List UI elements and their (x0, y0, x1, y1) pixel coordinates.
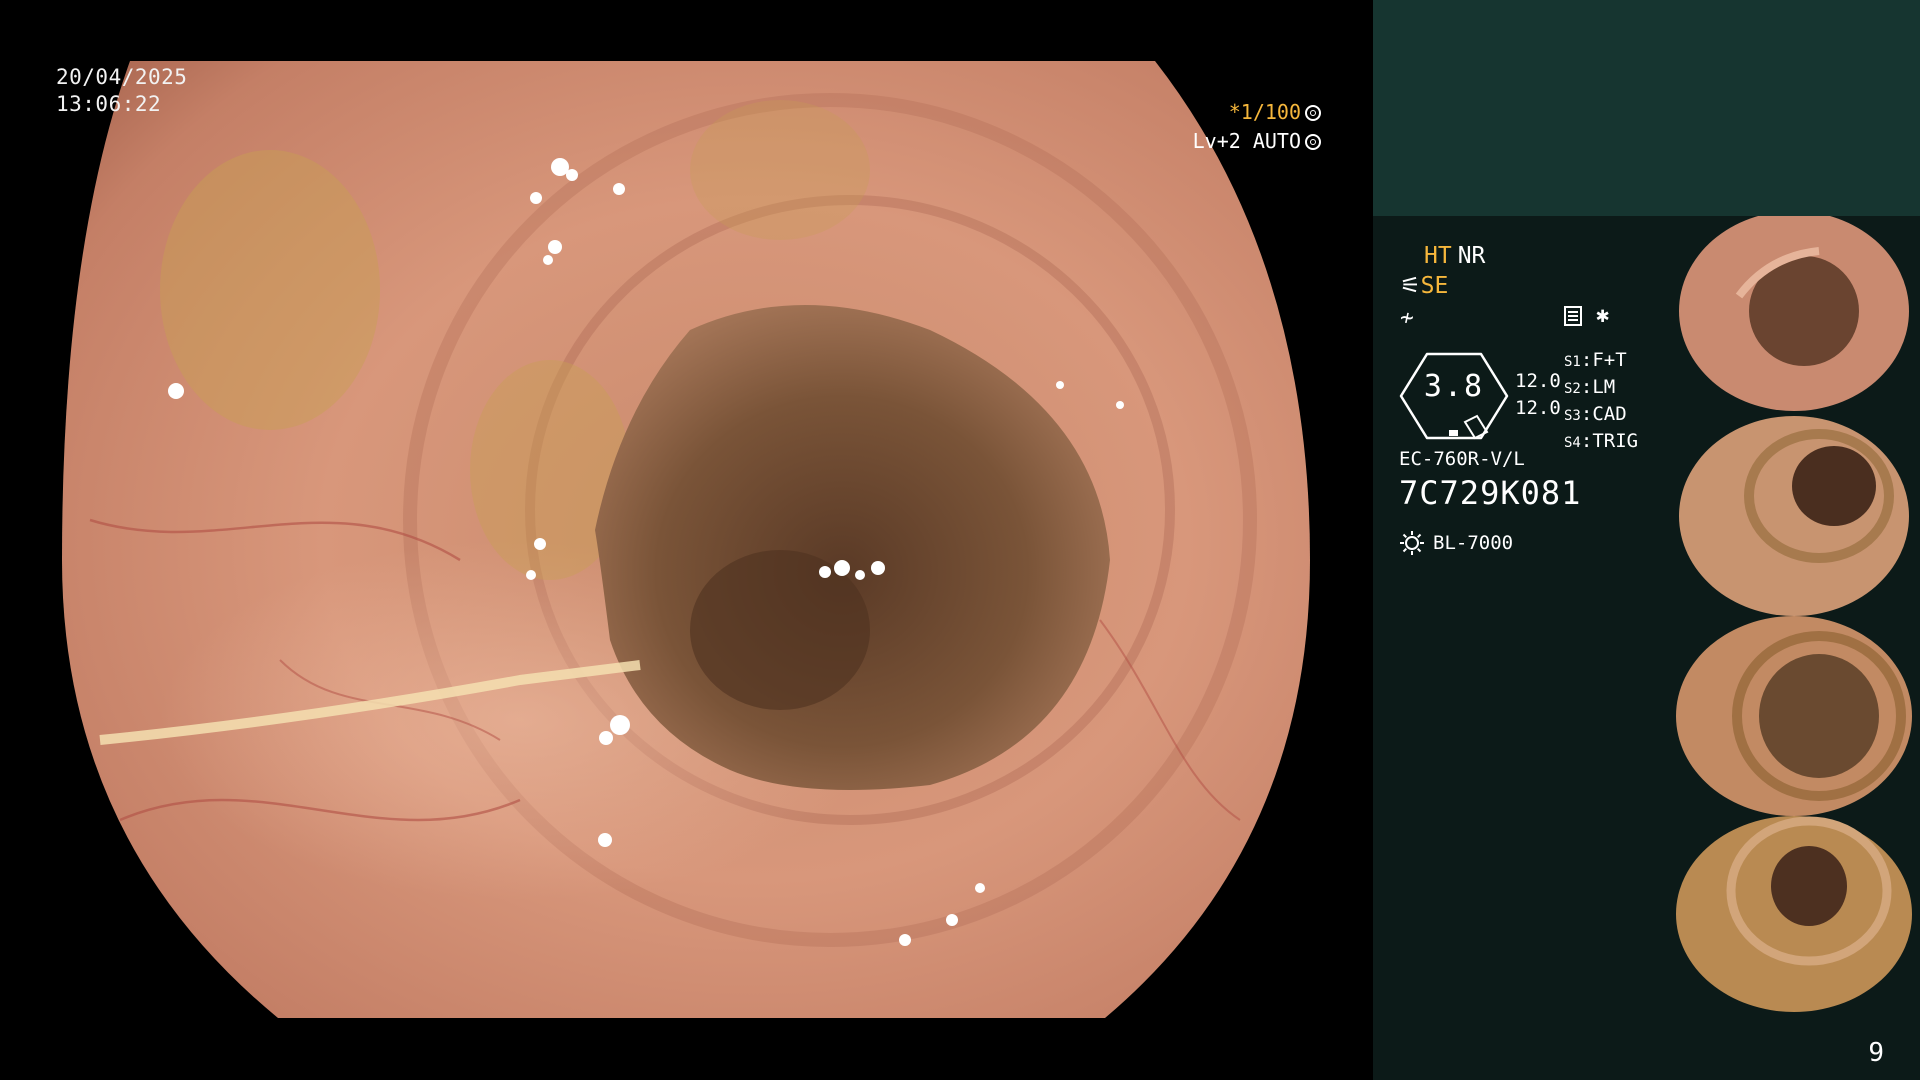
captured-thumbnail[interactable] (1669, 416, 1920, 616)
shutter-text: *1/100 (1228, 100, 1301, 124)
shutter-icon (1305, 104, 1321, 121)
gauge-value: 3.8 (1423, 369, 1485, 404)
gauge-values: 12.0 12.0 (1515, 368, 1561, 422)
processor-settings: HTNR ⚟SE ≁ ✱ 3.8 12.0 12.0 S1:F+T S2:LM (1373, 216, 1668, 1080)
captured-thumbnail[interactable] (1669, 616, 1920, 816)
document-icon (1564, 306, 1582, 326)
filter-symbol: ≁ (1400, 305, 1414, 331)
zoom-gauge: 3.8 (1399, 352, 1509, 440)
switch-settings: S1:F+T S2:LM S3:CAD S4:TRIG (1564, 348, 1638, 456)
asterisk-icon: ✱ (1596, 303, 1610, 328)
endoscope-image: 20/04/2025 13:06:22 *1/100 Lv+2 AUTO (0, 0, 1373, 1080)
nr-label: NR (1457, 243, 1486, 269)
se-line: ⚟SE (1400, 272, 1448, 300)
switch-row: S2:LM (1564, 376, 1616, 398)
auto-iris-icon (1305, 133, 1321, 150)
ht-label: HT (1424, 243, 1452, 269)
light-source-icon (1400, 531, 1424, 555)
gauge-value-1: 12.0 (1515, 370, 1561, 392)
scope-serial: 7C729K081 (1399, 474, 1582, 512)
captured-thumbnail[interactable] (1669, 216, 1920, 416)
exposure-info: *1/100 Lv+2 AUTO (1193, 98, 1321, 156)
light-source-label: BL-7000 (1433, 532, 1514, 554)
page-number: 9 (1868, 1038, 1884, 1068)
captured-thumbnail[interactable] (1669, 816, 1920, 1016)
light-source: BL-7000 (1399, 530, 1513, 556)
structure-enhance-icon: ⚟ (1400, 273, 1421, 299)
ht-nr-line: HT NR (1424, 242, 1485, 270)
date-text: 20/04/2025 (56, 65, 188, 89)
panel-header-area (1373, 0, 1920, 216)
scope-model: EC-760R-V/L (1399, 448, 1525, 470)
time-text: 13:06:22 (56, 92, 162, 116)
switch-row: S1:F+T (1564, 349, 1627, 371)
gauge-value-2: 12.0 (1515, 397, 1561, 419)
switch-row: S4:TRIG (1564, 430, 1639, 452)
thumbnail-strip (1669, 216, 1920, 1016)
switch-row: S3:CAD (1564, 403, 1627, 425)
side-panel: HTNR ⚟SE ≁ ✱ 3.8 12.0 12.0 S1:F+T S2:LM (1373, 0, 1920, 1080)
status-icons: ✱ (1564, 303, 1610, 328)
level-auto-text: Lv+2 AUTO (1192, 129, 1301, 153)
timestamp: 20/04/2025 13:06:22 (56, 64, 187, 118)
colon-lumen-image (62, 61, 1310, 1018)
se-label: SE (1420, 273, 1449, 299)
